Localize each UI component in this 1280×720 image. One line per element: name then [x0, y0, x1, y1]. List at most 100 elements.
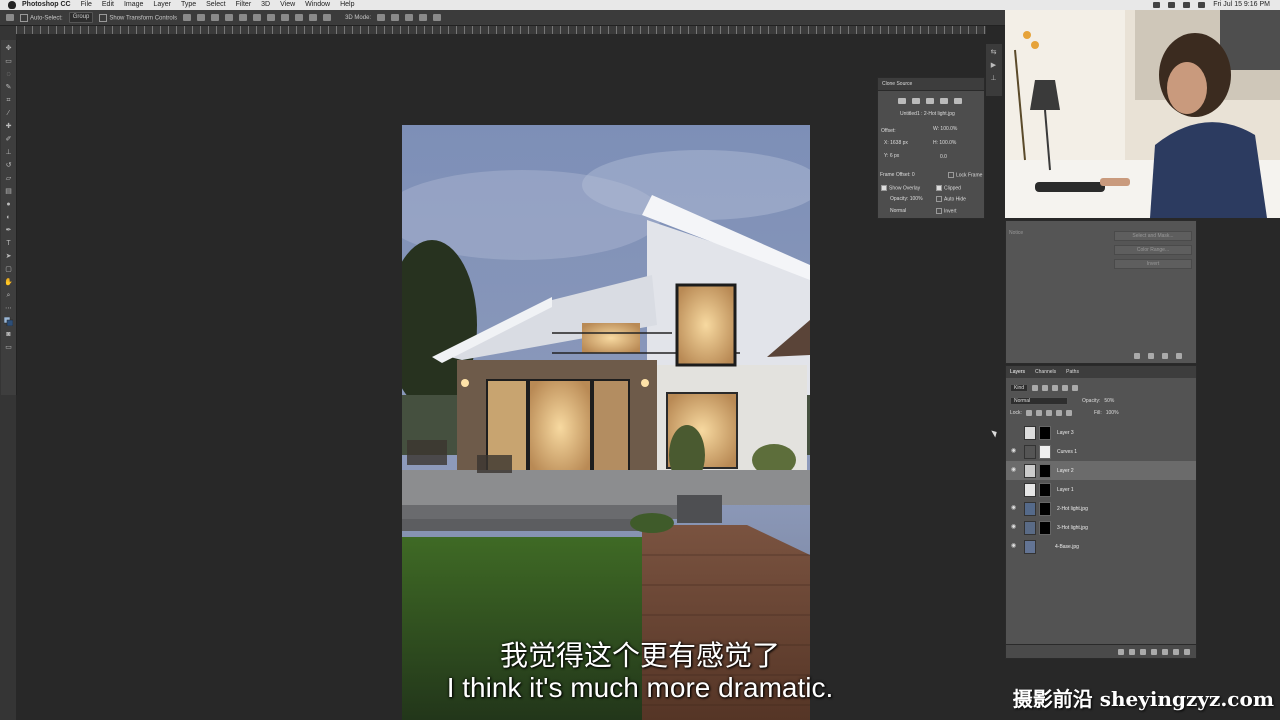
layer-row[interactable]: Layer 3 [1006, 423, 1196, 442]
eraser-tool-icon[interactable]: ▱ [4, 174, 13, 183]
eye-icon[interactable]: ◉ [1010, 448, 1017, 455]
auto-select-dropdown[interactable]: Group [68, 12, 94, 23]
menubar-clock[interactable]: Fri Jul 15 9:16 PM [1213, 0, 1270, 10]
history-brush-tool-icon[interactable]: ↺ [4, 161, 13, 170]
menu-window[interactable]: Window [305, 0, 330, 10]
clone-source-slot-icon[interactable] [912, 98, 920, 104]
lasso-tool-icon[interactable]: ◌ [4, 70, 13, 79]
opacity-field[interactable]: 50% [1104, 398, 1114, 404]
filter-adjustment-icon[interactable] [1042, 385, 1049, 391]
auto-align-icon[interactable] [323, 14, 332, 21]
layer-row[interactable]: ◉ 3-Hot light.jpg [1006, 518, 1196, 537]
3d-slide-icon[interactable] [419, 14, 428, 21]
eye-icon[interactable]: ◉ [1010, 467, 1017, 474]
menu-layer[interactable]: Layer [153, 0, 171, 10]
layer-mask-thumbnail[interactable] [1039, 482, 1051, 497]
apple-icon[interactable] [8, 1, 16, 9]
menu-image[interactable]: Image [124, 0, 143, 10]
3d-roll-icon[interactable] [391, 14, 400, 21]
align-center-icon[interactable] [239, 14, 248, 21]
marquee-tool-icon[interactable]: ▭ [4, 57, 13, 66]
filter-type-icon[interactable] [1052, 385, 1059, 391]
overlay-blend-dropdown[interactable]: Normal [890, 208, 906, 214]
align-right-icon[interactable] [253, 14, 262, 21]
checkbox-auto-select[interactable]: Auto-Select: [20, 13, 63, 22]
more-tools-icon[interactable]: ⋯ [4, 304, 13, 313]
menu-3d[interactable]: 3D [261, 0, 270, 10]
history-panel-icon[interactable]: ⇆ [989, 48, 998, 57]
visibility-toggle-icon[interactable] [1010, 486, 1017, 493]
filter-pixel-icon[interactable] [1032, 385, 1039, 391]
clone-source-panel-icon[interactable]: ⊥ [989, 74, 998, 83]
layer-row[interactable]: ◉ 4-Base.jpg [1006, 537, 1196, 556]
menu-file[interactable]: File [81, 0, 92, 10]
menu-edit[interactable]: Edit [102, 0, 114, 10]
dodge-tool-icon[interactable]: ◐ [4, 213, 13, 222]
lock-transparent-icon[interactable] [1025, 410, 1032, 416]
blend-mode-dropdown[interactable]: Normal [1010, 397, 1068, 405]
x-offset-field[interactable]: X: 1638 px [884, 140, 908, 146]
menu-help[interactable]: Help [340, 0, 354, 10]
3d-scale-icon[interactable] [433, 14, 442, 21]
clone-source-slot-icon[interactable] [940, 98, 948, 104]
color-swatches-icon[interactable] [4, 317, 13, 326]
wifi-icon[interactable] [1183, 2, 1191, 8]
show-overlay-checkbox[interactable]: Show Overlay [881, 185, 920, 191]
checkbox-show-transform[interactable]: Show Transform Controls [99, 13, 177, 22]
quick-mask-icon[interactable]: ◙ [4, 330, 13, 339]
layer-name[interactable]: Curves 1 [1057, 449, 1077, 455]
3d-orbit-icon[interactable] [377, 14, 386, 21]
apply-mask-icon[interactable] [1148, 353, 1154, 359]
distribute-icon[interactable] [281, 14, 290, 21]
layer-mask-thumbnail[interactable] [1039, 501, 1051, 516]
lock-artboard-icon[interactable] [1055, 410, 1062, 416]
menu-app-name[interactable]: Photoshop CC [22, 0, 71, 10]
filter-smart-object-icon[interactable] [1072, 385, 1079, 391]
fill-field[interactable]: 100% [1106, 410, 1119, 416]
layer-mask-thumbnail[interactable] [1039, 444, 1051, 459]
menu-type[interactable]: Type [181, 0, 196, 10]
status-icon[interactable] [1168, 2, 1176, 8]
menu-select[interactable]: Select [206, 0, 225, 10]
visibility-toggle-icon[interactable] [1010, 429, 1017, 436]
actions-play-icon[interactable]: ▶ [989, 61, 998, 70]
eyedropper-tool-icon[interactable]: ⁄ [4, 109, 13, 118]
lock-all-icon[interactable] [1065, 410, 1072, 416]
clipped-checkbox[interactable]: Clipped [936, 185, 961, 191]
move-tool-icon[interactable] [6, 14, 14, 21]
shape-tool-icon[interactable]: ▢ [4, 265, 13, 274]
layer-name[interactable]: 2-Hot light.jpg [1057, 506, 1088, 512]
menu-view[interactable]: View [280, 0, 295, 10]
align-left-icon[interactable] [225, 14, 234, 21]
tab-paths[interactable]: Paths [1066, 369, 1079, 375]
eye-icon[interactable]: ◉ [1010, 543, 1017, 550]
rotation-field[interactable]: 0.0 [940, 154, 947, 160]
ruler-horizontal[interactable] [16, 26, 986, 34]
crop-tool-icon[interactable]: ⌗ [4, 96, 13, 105]
battery-icon[interactable] [1198, 2, 1206, 8]
lock-pixels-icon[interactable] [1035, 410, 1042, 416]
select-and-mask-button[interactable]: Select and Mask... [1114, 231, 1192, 241]
clone-source-slot-icon[interactable] [898, 98, 906, 104]
layer-name[interactable]: Layer 1 [1057, 487, 1074, 493]
distribute-icon[interactable] [267, 14, 276, 21]
layer-row[interactable]: ◉ Curves 1 [1006, 442, 1196, 461]
width-scale-field[interactable]: W: 100.0% [933, 126, 957, 132]
tab-channels[interactable]: Channels [1035, 369, 1056, 375]
kind-filter-dropdown[interactable]: Kind [1010, 384, 1029, 392]
align-middle-icon[interactable] [197, 14, 206, 21]
distribute-icon[interactable] [309, 14, 318, 21]
lock-frame-checkbox[interactable]: Lock Frame [948, 172, 982, 178]
status-icon[interactable] [1153, 2, 1161, 8]
layer-row-selected[interactable]: ◉ Layer 2 [1006, 461, 1196, 480]
hand-tool-icon[interactable]: ✋ [4, 278, 13, 287]
distribute-icon[interactable] [295, 14, 304, 21]
tab-layers[interactable]: Layers [1010, 369, 1025, 375]
screen-mode-icon[interactable]: ▭ [4, 343, 13, 352]
y-offset-field[interactable]: Y: 6 px [884, 153, 899, 159]
healing-brush-tool-icon[interactable]: ✚ [4, 122, 13, 131]
3d-pan-icon[interactable] [405, 14, 414, 21]
zoom-tool-icon[interactable]: ⌕ [4, 291, 13, 300]
invert-checkbox[interactable]: Invert [936, 208, 957, 214]
eye-icon[interactable]: ◉ [1010, 524, 1017, 531]
